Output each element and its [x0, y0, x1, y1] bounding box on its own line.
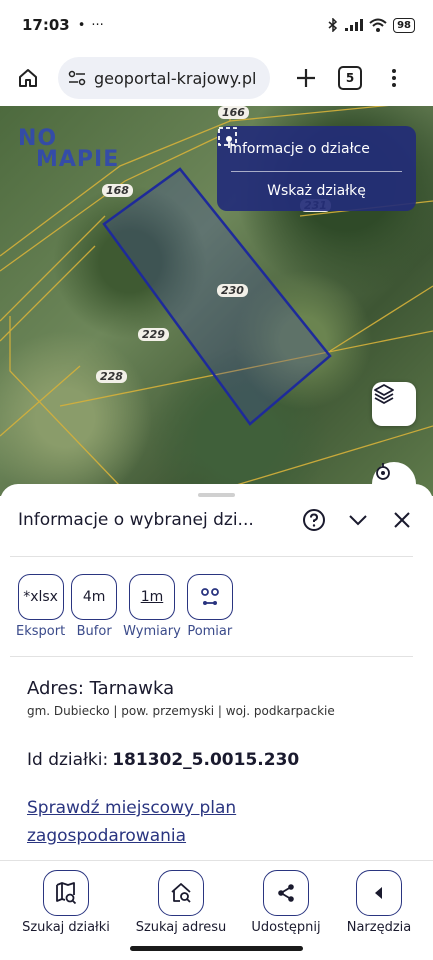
point-parcel-button[interactable]: Wskaż działkę [217, 172, 416, 210]
status-time: 17:03 [22, 16, 70, 34]
parcel-info-button[interactable]: Informacje o działce [217, 126, 416, 171]
notification-dot-icon: • [77, 17, 86, 33]
status-right-icons: 98 [327, 17, 415, 33]
close-button[interactable] [386, 506, 418, 534]
help-icon [303, 509, 326, 531]
export-label: Eksport [16, 624, 66, 639]
sheet-drag-handle[interactable] [198, 493, 235, 497]
crosshair-icon [376, 463, 390, 480]
sheet-header: Informacje o wybranej dzi... [18, 506, 418, 534]
url-bar[interactable]: geoportal-krajowy.pl [58, 57, 270, 99]
signal-icon [345, 19, 364, 31]
tab-switcher-button[interactable]: 5 [338, 66, 362, 90]
buffer-tool[interactable]: 4m Bufor [71, 574, 118, 639]
buffer-box: 4m [71, 574, 118, 620]
tools-divider [10, 656, 413, 657]
parcel-info-panel: Informacje o działce Wskaż działkę [217, 126, 416, 211]
status-more-icon: ··· [91, 17, 104, 33]
parcel-label-228: 228 [96, 370, 127, 383]
nav-search-address[interactable]: Szukaj adresu [131, 870, 231, 935]
browser-toolbar: geoportal-krajowy.pl 5 [0, 50, 433, 106]
home-icon [19, 69, 37, 87]
dimensions-label: Wymiary [123, 624, 181, 639]
nav-divider [0, 860, 433, 861]
nav-search-parcel-button [43, 870, 89, 916]
nav-search-parcel-label: Szukaj działki [22, 920, 110, 935]
chevron-down-icon [349, 515, 367, 526]
export-tool[interactable]: *xlsx Eksport [16, 574, 65, 639]
home-search-icon [171, 883, 191, 903]
parcel-label-168: 168 [102, 184, 133, 197]
nav-tools[interactable]: Narzędzia [329, 870, 429, 935]
tool-row: *xlsx Eksport 4m Bufor 1m Wymiary Pomiar [16, 574, 233, 639]
collapse-button[interactable] [342, 506, 374, 534]
nav-search-parcel[interactable]: Szukaj działki [16, 870, 116, 935]
parcel-id-row: Id działki: 181302_5.0015.230 [27, 750, 299, 770]
site-settings-icon [68, 70, 86, 86]
nav-search-address-button [158, 870, 204, 916]
header-divider [10, 556, 413, 557]
parcel-id-label: Id działki: [27, 750, 109, 770]
nav-share[interactable]: Udostępnij [236, 870, 336, 935]
status-left-icons: • ··· [78, 18, 104, 33]
address-title: Adres: Tarnawka [27, 678, 175, 699]
battery-indicator: 98 [393, 17, 415, 33]
layers-icon [374, 384, 394, 405]
wifi-icon [369, 18, 387, 32]
nav-share-label: Udostępnij [251, 920, 321, 935]
app-logo: NO MAPIE [18, 126, 120, 172]
buffer-label: Bufor [76, 624, 112, 639]
measure-label: Pomiar [187, 624, 233, 639]
export-box: *xlsx [17, 574, 64, 620]
sheet-title: Informacje o wybranej dzi... [18, 510, 254, 530]
dimensions-box: 1m [128, 574, 175, 620]
help-button[interactable] [299, 506, 331, 534]
parcel-label-166: 166 [218, 106, 249, 119]
new-tab-button[interactable] [288, 60, 324, 96]
home-button[interactable] [10, 60, 46, 96]
map-search-icon [56, 882, 77, 905]
bluetooth-icon [328, 18, 338, 32]
nav-search-address-label: Szukaj adresu [135, 920, 227, 935]
gesture-bar[interactable] [130, 946, 303, 951]
address-subtitle: gm. Dubiecko | pow. przemyski | woj. pod… [27, 704, 335, 718]
plus-icon [297, 69, 315, 87]
nav-share-button [263, 870, 309, 916]
share-icon [278, 884, 294, 902]
dimensions-tool[interactable]: 1m Wymiary [123, 574, 181, 639]
nav-tools-label: Narzędzia [346, 920, 412, 935]
parcel-label-229: 229 [138, 328, 169, 341]
parcel-info-title: Informacje o działce [229, 140, 370, 157]
chevron-left-icon [375, 887, 382, 899]
select-area-icon [218, 127, 237, 148]
parcel-label-230: 230 [217, 284, 248, 297]
nav-tools-button [356, 870, 402, 916]
measure-box [186, 574, 233, 620]
measure-points-icon [200, 588, 219, 605]
browser-menu-button[interactable] [384, 60, 404, 96]
measure-tool[interactable]: Pomiar [186, 574, 233, 639]
status-bar: 17:03 • ··· 98 [0, 0, 433, 50]
parcel-id-value[interactable]: 181302_5.0015.230 [112, 750, 299, 770]
url-text: geoportal-krajowy.pl [94, 68, 257, 88]
zoning-plan-link[interactable]: Sprawdź miejscowy plan zagospodarowania [27, 794, 327, 850]
map-view[interactable]: 166 168 230 229 228 231 NO MAPIE Informa… [0, 106, 433, 496]
bottom-navigation: Szukaj działki Szukaj adresu Udostępnij … [0, 860, 433, 960]
close-icon [394, 512, 410, 528]
layers-button[interactable] [372, 382, 416, 426]
